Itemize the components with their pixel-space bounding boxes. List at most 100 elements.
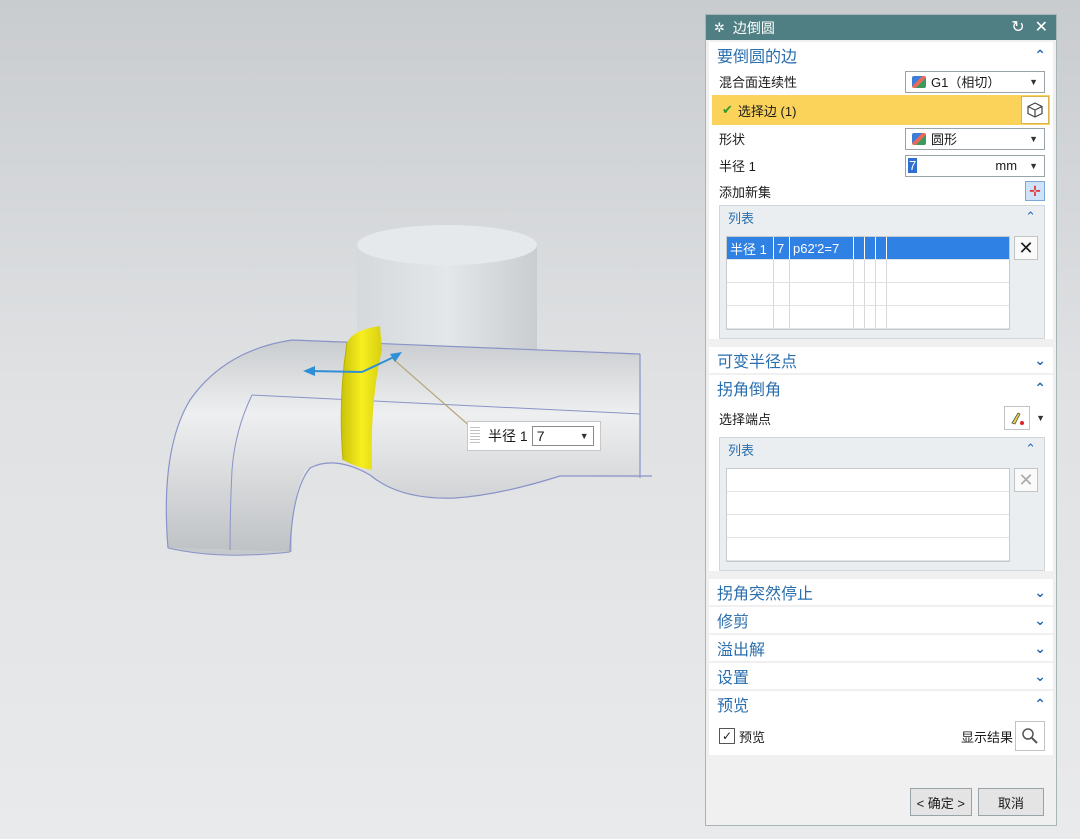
chevron-down-icon[interactable]: ▼	[1029, 161, 1038, 171]
table-row[interactable]	[727, 283, 1010, 306]
table-cell	[865, 237, 876, 259]
section-variable-radius-title: 可变半径点	[717, 354, 798, 371]
shape-value: 圆形	[931, 132, 958, 147]
shape-select[interactable]: 圆形 ▼	[905, 127, 1045, 150]
chevron-up-icon[interactable]: ⌃	[1025, 441, 1036, 457]
remove-set-button[interactable]: ✕	[1014, 236, 1038, 260]
chevron-down-icon[interactable]: ⌄	[1034, 640, 1046, 657]
corner-list-title: 列表	[728, 442, 755, 458]
circular-shape-icon	[912, 132, 926, 145]
preview-row: ✓ 预览 显示结果	[709, 717, 1053, 755]
preview-checkbox[interactable]: ✓	[719, 728, 735, 744]
dialog-title: 边倒圆	[732, 19, 775, 36]
table-cell: 7	[774, 237, 790, 259]
section-preview: 预览 ⌃ ✓ 预览 显示结果	[709, 691, 1053, 755]
chevron-down-icon[interactable]: ▼	[1036, 413, 1045, 423]
model-view[interactable]	[0, 0, 705, 839]
remove-corner-button[interactable]: ✕	[1014, 468, 1038, 492]
chevron-down-icon[interactable]: ⌄	[1034, 612, 1046, 629]
section-settings-title: 设置	[717, 670, 750, 687]
pick-endpoint-label: 选择端点	[719, 411, 772, 427]
reset-icon[interactable]: ↻	[1011, 19, 1024, 36]
table-row[interactable]	[727, 515, 1010, 538]
section-settings-header[interactable]: 设置 ⌄	[709, 663, 1053, 689]
table-row[interactable]	[727, 538, 1010, 561]
corner-table	[726, 468, 1011, 562]
continuity-value: G1（相切）	[931, 75, 1001, 90]
table-cell	[854, 237, 865, 259]
shape-label: 形状	[719, 132, 746, 147]
onscreen-radius-value[interactable]: 7 ▼	[531, 426, 594, 446]
table-row[interactable]	[727, 469, 1010, 492]
section-edge-title: 要倒圆的边	[717, 49, 798, 66]
add-set-label: 添加新集	[719, 184, 772, 200]
chevron-down-icon[interactable]: ▼	[1029, 77, 1038, 87]
table-row[interactable]	[727, 260, 1010, 283]
section-variable-radius-header[interactable]: 可变半径点 ⌄	[709, 347, 1053, 373]
cancel-button[interactable]: 取消	[978, 788, 1044, 816]
continuity-row: 混合面连续性 G1（相切） ▼	[709, 68, 1053, 95]
show-result-label: 显示结果	[960, 729, 1013, 745]
corner-list-header[interactable]: 列表 ⌃	[720, 438, 1044, 460]
chevron-down-icon[interactable]: ▼	[580, 431, 589, 441]
section-corner-title: 拐角倒角	[717, 382, 782, 399]
chevron-up-icon[interactable]: ⌃	[1034, 380, 1046, 397]
dialog-footer: < 确定 > 取消	[706, 779, 1056, 825]
table-cell: 半径 1	[727, 237, 774, 259]
section-overflow-title: 溢出解	[717, 642, 766, 659]
edge-list-title: 列表	[728, 210, 755, 226]
ok-button[interactable]: < 确定 >	[909, 788, 972, 816]
chevron-down-icon[interactable]: ⌄	[1034, 584, 1046, 601]
add-new-set-button[interactable]: ✛	[1025, 181, 1045, 201]
select-edge-row[interactable]: ✔ 选择边 (1)	[712, 95, 1050, 125]
table-row[interactable]	[727, 306, 1010, 329]
add-set-row: 添加新集 ✛	[709, 179, 1053, 203]
radius-input[interactable]: 7 mm ▼	[905, 154, 1045, 177]
table-row[interactable]	[727, 492, 1010, 515]
chevron-down-icon[interactable]: ▼	[1029, 134, 1038, 144]
section-trim-title: 修剪	[717, 614, 750, 631]
section-edge: 要倒圆的边 ⌃ 混合面连续性 G1（相切） ▼ ✔ 选择边 (1) 形状 圆形 …	[709, 42, 1053, 339]
radius-row: 半径 1 7 mm ▼	[709, 152, 1053, 179]
endpoint-picker-icon[interactable]	[1004, 406, 1031, 430]
dialog-titlebar[interactable]: ✲ 边倒圆 ↻ ✕	[706, 15, 1056, 40]
section-trim-header[interactable]: 修剪 ⌄	[709, 607, 1053, 633]
edge-blend-dialog: ✲ 边倒圆 ↻ ✕ 要倒圆的边 ⌃ 混合面连续性 G1（相切） ▼ ✔ 选择边 …	[705, 14, 1057, 826]
edge-set-table: 半径 1 7 p62'2=7	[726, 236, 1011, 330]
section-preview-title: 预览	[717, 698, 750, 715]
section-variable-radius: 可变半径点 ⌄	[709, 347, 1053, 373]
chevron-up-icon[interactable]: ⌃	[1034, 696, 1046, 713]
edge-selector-cube-icon[interactable]	[1021, 96, 1049, 124]
chevron-down-icon[interactable]: ⌄	[1034, 668, 1046, 685]
edge-set-list: 列表 ⌃ 半径 1 7 p62'2=7 ✕	[719, 205, 1045, 339]
section-preview-header[interactable]: 预览 ⌃	[709, 691, 1053, 717]
chevron-up-icon[interactable]: ⌃	[1025, 209, 1036, 225]
continuity-select[interactable]: G1（相切） ▼	[905, 70, 1045, 93]
graphics-viewport[interactable]: 半径 1 7 ▼	[0, 0, 705, 839]
section-corner-stop: 拐角突然停止 ⌄	[709, 579, 1053, 605]
table-cell	[876, 237, 887, 259]
onscreen-radius-label: 半径 1	[488, 428, 528, 444]
section-edge-header[interactable]: 要倒圆的边 ⌃	[709, 42, 1053, 68]
close-icon[interactable]: ✕	[1035, 19, 1048, 36]
section-corner-setback: 拐角倒角 ⌃ 选择端点 ▼ 列表 ⌃ ✕	[709, 375, 1053, 571]
radius-value[interactable]: 7	[908, 158, 918, 173]
onscreen-radius-input[interactable]: 半径 1 7 ▼	[467, 421, 601, 451]
radius-label: 半径 1	[719, 159, 756, 174]
checkmark-icon: ✔	[722, 102, 733, 117]
chevron-down-icon[interactable]: ⌄	[1034, 352, 1046, 369]
gear-icon: ✲	[714, 19, 725, 35]
chevron-up-icon[interactable]: ⌃	[1034, 47, 1046, 64]
section-corner-header[interactable]: 拐角倒角 ⌃	[709, 375, 1053, 401]
pick-endpoint-row: 选择端点 ▼	[709, 401, 1053, 435]
drag-grip-icon[interactable]	[470, 427, 480, 445]
shape-row: 形状 圆形 ▼	[709, 125, 1053, 152]
section-overflow-header[interactable]: 溢出解 ⌄	[709, 635, 1053, 661]
edge-list-header[interactable]: 列表 ⌃	[720, 206, 1044, 228]
select-edge-label: 选择边 (1)	[737, 103, 797, 119]
show-result-button[interactable]	[1015, 721, 1045, 751]
preview-checkbox-label: 预览	[739, 729, 766, 745]
g1-continuity-icon	[912, 75, 926, 88]
section-corner-stop-header[interactable]: 拐角突然停止 ⌄	[709, 579, 1053, 605]
table-row[interactable]: 半径 1 7 p62'2=7	[727, 237, 1010, 260]
